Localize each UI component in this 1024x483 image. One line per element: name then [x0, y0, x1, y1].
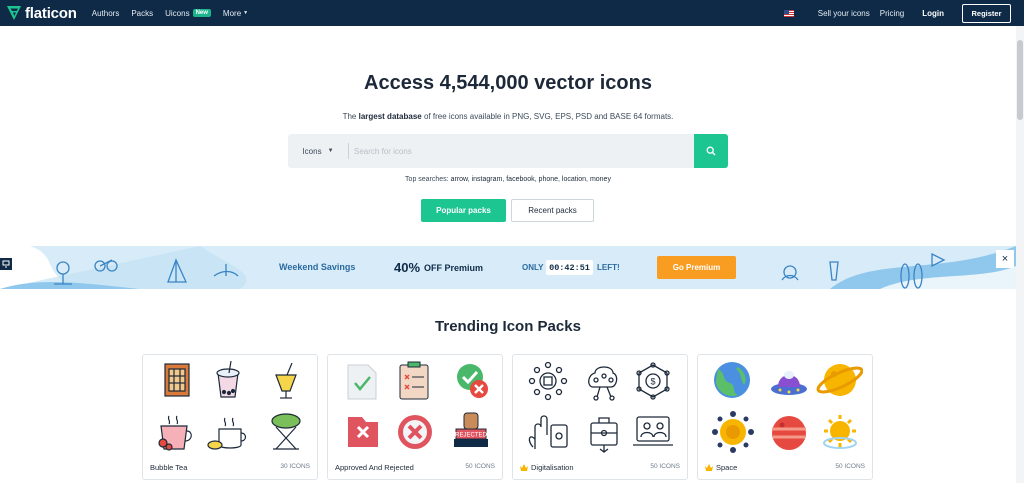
svg-text:REJECTED: REJECTED [455, 433, 487, 439]
pack-name: Space [705, 463, 737, 472]
nav-more[interactable]: More ▼ [223, 9, 248, 18]
search-type-value: Icons [302, 146, 322, 156]
search-input[interactable] [349, 134, 694, 168]
banner-weekend-savings: Weekend Savings [279, 262, 356, 272]
logo-text: flaticon [25, 4, 77, 22]
trending-title: Trending Icon Packs [435, 318, 581, 335]
top-search-link[interactable]: instagram [472, 176, 503, 183]
nav-authors[interactable]: Authors [92, 9, 120, 18]
space-pack-icons [712, 362, 863, 453]
top-search-link[interactable]: facebook [506, 176, 534, 183]
top-searches-label: Top searches: [405, 176, 449, 183]
premium-crown-icon [705, 464, 713, 471]
approved-rejected-pack-icons: REJECTED [347, 361, 488, 449]
digitalisation-pack-icons: $ [528, 361, 673, 453]
bubble-tea-pack-icons [158, 361, 301, 451]
go-premium-button[interactable]: Go Premium [657, 256, 736, 279]
recent-packs-button[interactable]: Recent packs [511, 199, 594, 222]
premium-crown-icon [520, 464, 528, 471]
nav-uicons[interactable]: Uicons New [165, 9, 211, 18]
trending-packs-list: Bubble Tea 30 ICONS REJECTED Approved An… [142, 354, 874, 480]
nav-pricing[interactable]: Pricing [880, 9, 904, 18]
search-bar: Icons ▼ [288, 134, 728, 168]
top-search-link[interactable]: phone [539, 176, 558, 183]
banner-left: LEFT! [597, 263, 620, 272]
pack-name: Bubble Tea [150, 463, 188, 472]
banner-off-premium: OFF Premium [424, 263, 484, 273]
pack-count: 50 ICONS [835, 463, 865, 470]
top-search-link[interactable]: arrow [451, 176, 468, 183]
pack-count: 30 ICONS [280, 463, 310, 470]
search-icon [706, 146, 716, 156]
top-searches: Top searches: arrow, instagram, facebook… [405, 176, 611, 183]
pack-name: Approved And Rejected [335, 463, 414, 472]
nav-uicons-label: Uicons [165, 8, 190, 18]
chevron-down-icon: ▼ [327, 148, 334, 154]
pack-card-digitalisation[interactable]: $ Digitalisation 50 ICONS [512, 354, 688, 480]
banner-discount-percent: 40% [394, 260, 421, 275]
top-search-link[interactable]: money [590, 176, 611, 183]
top-navbar: flaticon Authors Packs Uicons New More ▼… [0, 0, 1024, 26]
nav-sell-icons[interactable]: Sell your icons [818, 9, 870, 18]
top-search-link[interactable]: location [562, 176, 586, 183]
banner-only: ONLY [522, 263, 544, 272]
search-button[interactable] [694, 134, 728, 168]
promo-banner [0, 246, 1016, 289]
login-link[interactable]: Login [922, 9, 944, 18]
popular-packs-button[interactable]: Popular packs [421, 199, 506, 222]
chevron-down-icon: ▼ [243, 10, 249, 16]
svg-text:$: $ [650, 377, 655, 387]
new-badge: New [192, 9, 211, 17]
flaticon-logo[interactable]: flaticon [6, 5, 77, 22]
pack-card-space[interactable]: Space 50 ICONS [697, 354, 873, 480]
pack-card-bubble-tea[interactable]: Bubble Tea 30 ICONS [142, 354, 318, 480]
hero-subtitle: The largest database of free icons avail… [342, 112, 674, 121]
nav-more-label: More [222, 8, 242, 18]
pack-card-approved-and-rejected[interactable]: REJECTED Approved And Rejected 50 ICONS [327, 354, 503, 480]
flaticon-logo-icon [7, 6, 21, 20]
nav-packs[interactable]: Packs [131, 9, 153, 18]
pack-name: Digitalisation [520, 463, 574, 472]
hero-title: Access 4,544,000 vector icons [364, 72, 652, 94]
search-type-select[interactable]: Icons ▼ [288, 134, 348, 168]
scrollbar-thumb[interactable] [1017, 40, 1023, 120]
us-flag-icon[interactable] [783, 9, 794, 17]
pack-count: 50 ICONS [650, 463, 680, 470]
ad-info-icon[interactable] [0, 258, 12, 270]
register-button[interactable]: Register [962, 3, 1011, 23]
close-icon[interactable]: × [996, 250, 1014, 268]
pack-count: 50 ICONS [465, 463, 495, 470]
countdown-timer: 00:42:51 [546, 260, 593, 275]
banner-decoration [0, 246, 1016, 289]
